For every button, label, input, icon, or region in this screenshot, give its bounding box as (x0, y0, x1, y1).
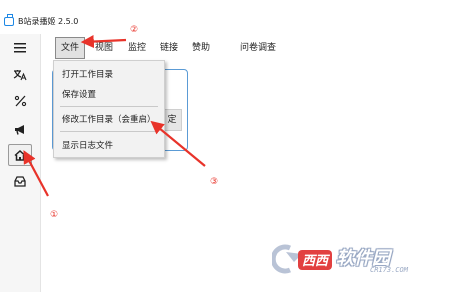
annotation-marker-2: ② (130, 25, 139, 35)
watermark-url: CR173.COM (370, 266, 408, 274)
arrow-to-file-menu (80, 34, 127, 49)
annotation-arrows (23, 34, 206, 197)
annotation-marker-3: ③ (210, 177, 219, 187)
arrow-to-home (23, 150, 49, 197)
arrow-to-change-workdir (150, 120, 206, 167)
annotation-marker-1: ① (50, 210, 59, 220)
watermark-logo: 西西 (270, 244, 336, 278)
svg-text:西西: 西西 (302, 254, 331, 269)
